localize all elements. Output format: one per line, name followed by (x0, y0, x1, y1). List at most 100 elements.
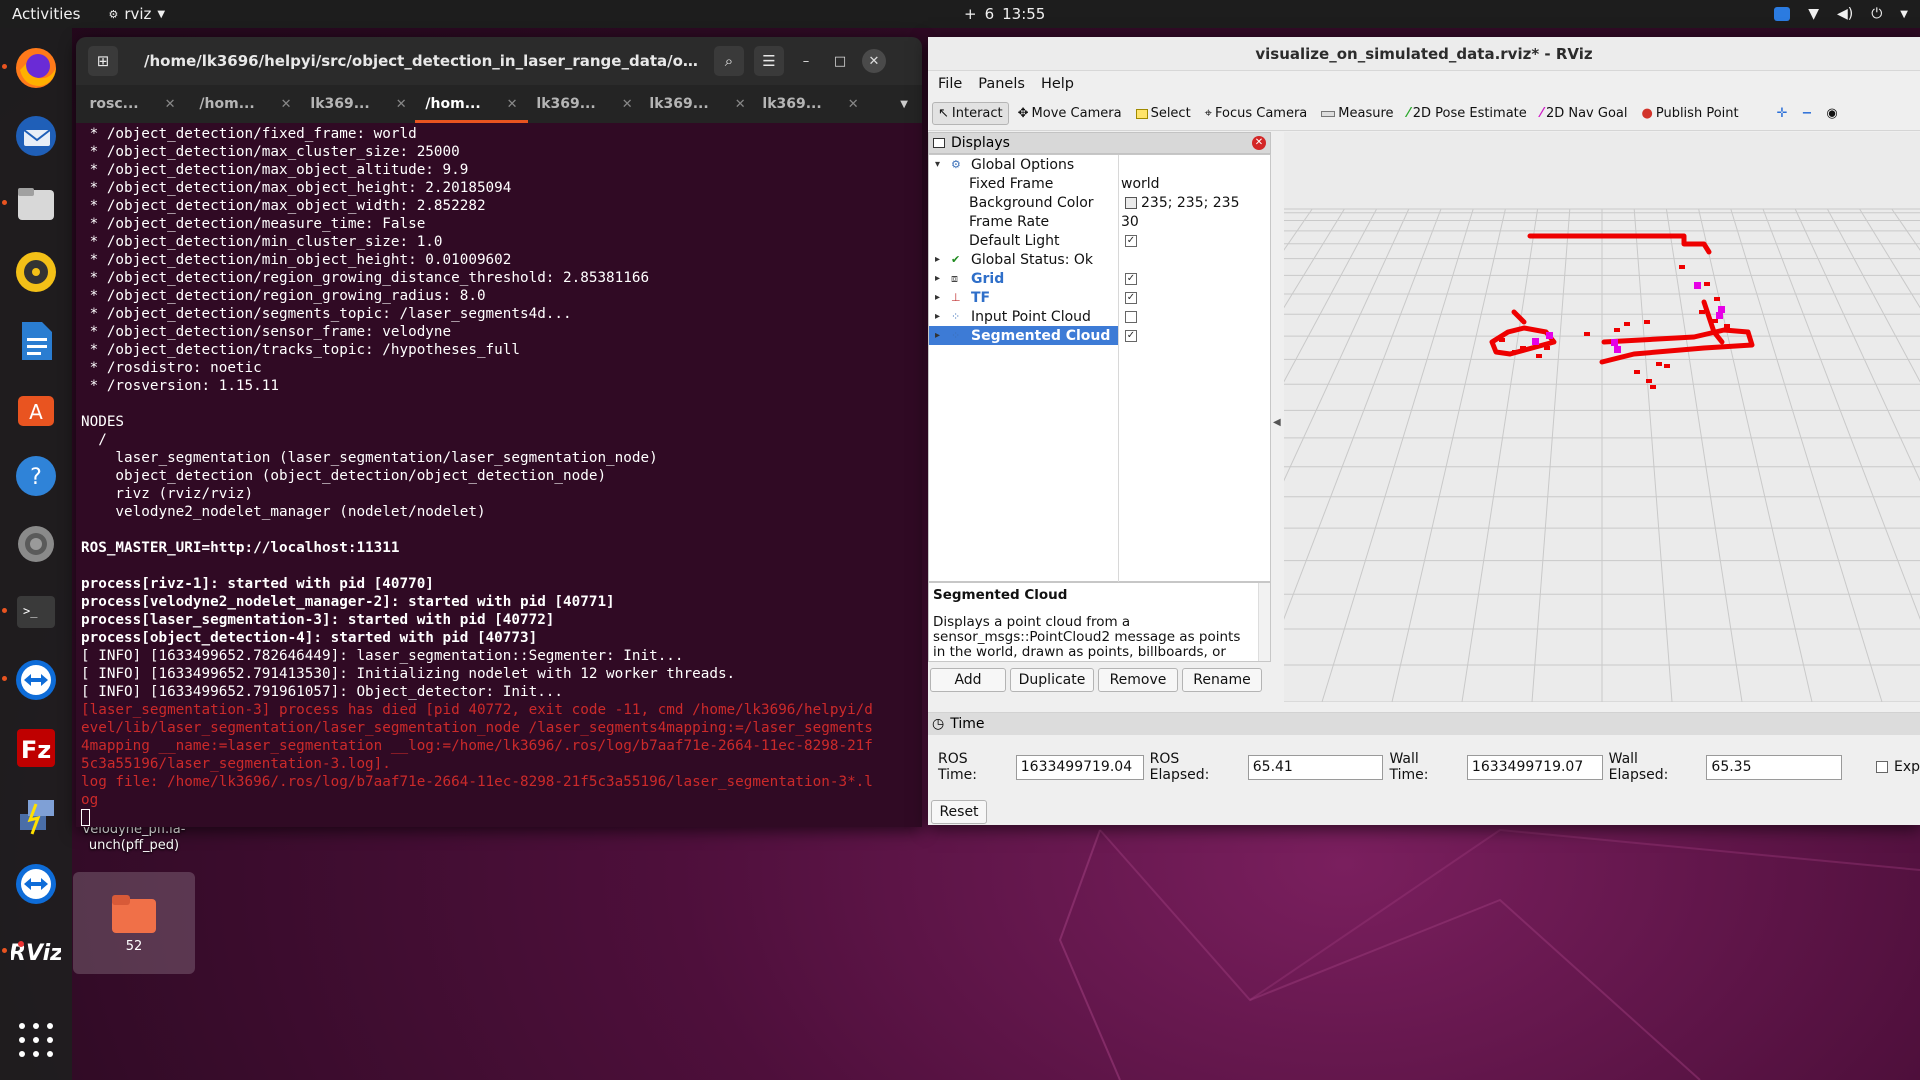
terminal-headerbar[interactable]: ⊞ /home/lk3696/helpyi/src/object_detecti… (76, 37, 922, 85)
duplicate-display-button[interactable]: Duplicate (1010, 668, 1094, 692)
displays-tree[interactable]: ▾ ⚙ Global Options Fixed Frame world Backgrou… (928, 154, 1271, 583)
tool-move-camera[interactable]: ✥ Move Camera (1013, 103, 1127, 124)
display-row-value[interactable]: world (1121, 176, 1160, 192)
system-tray[interactable]: ▼ ◀) ⏻ ▼ (1774, 6, 1908, 22)
display-row[interactable]: Frame Rate 30 (929, 212, 1270, 231)
close-tab-icon[interactable]: ✕ (507, 97, 518, 112)
close-button[interactable]: ✕ (862, 49, 886, 73)
dock-files[interactable] (2, 176, 64, 232)
terminal-output[interactable]: * /object_detection/fixed_frame: world *… (76, 123, 922, 827)
menu-help[interactable]: Help (1041, 76, 1074, 92)
enabled-checkbox[interactable]: ✓ (1125, 272, 1137, 285)
dock-filezilla[interactable]: Fz (8, 720, 64, 776)
tool-remove[interactable]: − (1797, 103, 1818, 124)
display-row-value[interactable]: 235; 235; 235 (1141, 195, 1240, 211)
wall-time-field[interactable]: 1633499719.07 (1466, 754, 1603, 780)
display-row[interactable]: ▸ ⁘ Segmented Cloud ✓ (929, 326, 1270, 345)
activities-button[interactable]: Activities (12, 5, 80, 23)
display-row[interactable]: ▾ ⚙ Global Options (929, 155, 1270, 174)
experimental-checkbox[interactable] (1876, 761, 1888, 773)
dock-teamviewer-2[interactable] (8, 856, 64, 912)
dock-rhythmbox[interactable] (8, 244, 64, 300)
dock-help[interactable]: ? (8, 448, 64, 504)
enabled-checkbox[interactable]: ✓ (1125, 329, 1137, 342)
menu-file[interactable]: File (938, 76, 962, 92)
dock-rviz[interactable]: RViz (2, 924, 64, 980)
tool-focus-camera[interactable]: ⌖ Focus Camera (1200, 103, 1313, 124)
expand-down-icon[interactable]: ▾ (935, 159, 940, 170)
dock-writer[interactable] (8, 312, 64, 368)
remove-display-button[interactable]: Remove (1098, 668, 1178, 692)
menu-panels[interactable]: Panels (978, 76, 1025, 92)
display-row[interactable]: ▸ ⊥ TF ✓ (929, 288, 1270, 307)
terminal-tab[interactable]: /hom... ✕ (415, 85, 528, 123)
tool-measure[interactable]: Measure (1316, 103, 1398, 124)
enabled-checkbox[interactable]: ✓ (1125, 234, 1137, 247)
enabled-checkbox[interactable]: ✓ (1125, 291, 1137, 304)
dock-network[interactable] (8, 788, 64, 844)
render-viewport[interactable] (1284, 132, 1920, 702)
enabled-checkbox[interactable] (1125, 310, 1137, 323)
tool-2d-nav-goal[interactable]: ⁄ 2D Nav Goal (1536, 103, 1633, 124)
clock[interactable]: + 6 13:55 (964, 5, 1045, 23)
display-row[interactable]: Default Light ✓ (929, 231, 1270, 250)
expand-right-icon[interactable]: ▸ (935, 273, 940, 284)
close-tab-icon[interactable]: ✕ (396, 97, 407, 112)
terminal-tab[interactable]: lk369... ✕ (754, 85, 867, 123)
display-row-value[interactable]: 30 (1121, 214, 1139, 230)
description-scrollbar[interactable] (1258, 583, 1270, 661)
dock-thunderbird[interactable] (8, 108, 64, 164)
ros-elapsed-field[interactable]: 65.41 (1247, 754, 1384, 780)
close-tab-icon[interactable]: ✕ (848, 97, 859, 112)
expand-right-icon[interactable]: ▸ (935, 330, 940, 341)
display-row[interactable]: ▸ ⁘ Input Point Cloud (929, 307, 1270, 326)
terminal-tab[interactable]: /hom... ✕ (189, 85, 302, 123)
minimize-button[interactable]: – (794, 49, 818, 73)
collapse-panel-handle[interactable]: ◀ (1273, 417, 1281, 428)
dock-software[interactable]: A (8, 380, 64, 436)
rename-display-button[interactable]: Rename (1182, 668, 1262, 692)
color-swatch[interactable] (1125, 196, 1137, 209)
tool-2d-pose-estimate[interactable]: ⁄ 2D Pose Estimate (1403, 103, 1532, 124)
dock-settings[interactable] (8, 516, 64, 572)
app-menu[interactable]: ⚙ rviz ▼ (108, 5, 165, 23)
dock-terminal[interactable]: >_ (2, 584, 64, 640)
desktop-folder[interactable]: 52 (73, 872, 195, 974)
add-display-button[interactable]: Add (930, 668, 1006, 692)
show-applications-button[interactable] (14, 1018, 58, 1066)
close-panel-icon[interactable]: ✕ (1252, 136, 1266, 150)
expand-right-icon[interactable]: ▸ (935, 292, 940, 303)
tab-list-dropdown-icon[interactable]: ▼ (900, 99, 908, 110)
terminal-tab[interactable]: lk369... ✕ (528, 85, 641, 123)
terminal-window[interactable]: ⊞ /home/lk3696/helpyi/src/object_detecti… (76, 37, 922, 827)
tool-select[interactable]: Select (1131, 103, 1196, 124)
close-tab-icon[interactable]: ✕ (165, 97, 176, 112)
ros-time-field[interactable]: 1633499719.04 (1015, 754, 1144, 780)
display-row[interactable]: Fixed Frame world (929, 174, 1270, 193)
rviz-window[interactable]: visualize_on_simulated_data.rviz* - RViz… (928, 37, 1920, 825)
display-row[interactable]: ▸ ✔ Global Status: Ok (929, 250, 1270, 269)
tool-publish-point[interactable]: ● Publish Point (1637, 103, 1744, 124)
close-tab-icon[interactable]: ✕ (622, 97, 633, 112)
display-row[interactable]: ▸ ⧈ Grid ✓ (929, 269, 1270, 288)
terminal-tab[interactable]: lk369... ✕ (302, 85, 415, 123)
expand-right-icon[interactable]: ▸ (935, 311, 940, 322)
close-tab-icon[interactable]: ✕ (281, 97, 292, 112)
reset-button[interactable]: Reset (931, 800, 987, 824)
close-tab-icon[interactable]: ✕ (735, 97, 746, 112)
wall-elapsed-field[interactable]: 65.35 (1706, 754, 1843, 780)
tool-add[interactable]: ✛ (1772, 103, 1793, 124)
expand-right-icon[interactable]: ▸ (935, 254, 940, 265)
new-tab-button[interactable]: ⊞ (88, 46, 118, 76)
terminal-search-button[interactable]: ⌕ (714, 46, 744, 76)
tool-interact[interactable]: ↖ Interact (932, 102, 1009, 125)
terminal-tab[interactable]: rosc... ✕ (76, 85, 189, 123)
dock-firefox[interactable] (2, 40, 64, 96)
teamviewer-tray-icon[interactable] (1774, 7, 1791, 21)
tool-camera-type[interactable]: ◉ (1821, 103, 1842, 124)
terminal-menu-button[interactable]: ☰ (754, 46, 784, 76)
maximize-button[interactable]: □ (828, 49, 852, 73)
dock-teamviewer[interactable] (2, 652, 64, 708)
display-row[interactable]: Background Color 235; 235; 235 (929, 193, 1270, 212)
terminal-tab[interactable]: lk369... ✕ (641, 85, 754, 123)
